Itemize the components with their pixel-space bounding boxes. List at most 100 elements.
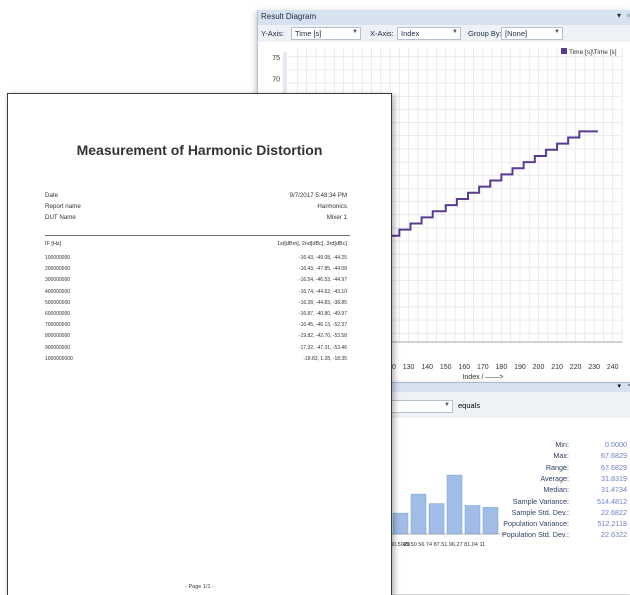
table-row: 600000000 -16.87, -40.80, -49.97 [45,311,347,321]
frequency-cell: 600000000 [45,311,71,317]
harmonics-cell: -16.87, -40.80, -49.97 [298,311,347,317]
harmonics-cell: -18.83, 1.28, -18.35 [303,355,347,362]
statistic-value: 31.4734 [601,485,627,495]
date-label: Date [45,192,59,199]
statistic-value: 22.6322 [601,530,627,540]
x-tick-label: 240 [607,364,619,371]
x-tick-label: 180 [496,364,508,371]
table-row: 300000000 -16.54, -46.53, -44.97 [45,277,347,287]
report-name-value: Harmonics [317,203,347,210]
legend-swatch [561,48,567,54]
harmonics-cell: -16.43, -49.08, -44.25 [298,255,347,261]
statistic-label: Average: [540,473,569,483]
x-tick-label: 200 [533,364,545,371]
statistic-value: 31.8319 [601,473,627,483]
frequency-cell: 900000000 [45,344,71,351]
group-by-select[interactable]: [None] ▼ [501,27,563,40]
report-name-row: Report name Harmonics [45,203,347,213]
x-tick-label: 230 [588,364,600,371]
frequency-cell: 400000000 [45,288,71,295]
date-value: 9/7/2017 5:48:34 PM [289,192,347,199]
dut-name-value: Mixer 1 [326,214,347,221]
column-header-frequency: IF [Hz] [45,241,62,247]
x-tick-label: 150 [440,364,452,371]
report-title: Measurement of Harmonic Distortion [76,142,323,158]
dropdown-arrow-icon[interactable]: ▾ [617,11,621,20]
filter-operator-value: equals [458,401,481,410]
statistic-label: Population Variance: [503,519,569,529]
page-footer: - Page 1/1 - [185,584,214,590]
x-axis-title: Index / ——> [462,374,503,380]
legend-label: Time [s]\Time [s] [569,49,617,56]
harmonics-cell: -16.45, -46.13, -52.37 [298,322,347,329]
harmonics-cell: -16.28, -44.83, -38.85 [298,299,347,306]
frequency-cell: 1000000000 [45,355,73,362]
histogram-tick-labels: 49.50 56.74 87.51 96.27 81.04 11 [403,542,485,548]
x-tick-label: 210 [551,364,563,371]
table-row: 1000000000 -18.83, 1.28, -18.35 [45,356,347,366]
x-tick-label: 220 [570,364,582,371]
frequency-cell: 800000000 [45,333,71,340]
statistic-value: 514.4812 [597,496,627,506]
table-row: 500000000 -16.28, -44.83, -38.85 [45,300,347,310]
filter-operator-select[interactable]: equals [455,400,535,411]
harmonics-cell: -16.54, -46.53, -44.97 [298,277,347,284]
chevron-down-icon: ▼ [352,29,358,35]
dropdown-arrow-icon[interactable]: ▾ [617,382,621,390]
dut-name-row: DUT Name Mixer 1 [45,214,347,224]
x-tick-label: 130 [403,364,415,371]
harmonics-cell: -16.74, -44.62, -43.10 [298,288,347,295]
report-name-label: Report name [45,203,81,210]
statistic-value: 0.0000 [605,440,627,449]
statistic-value: 67.6829 [601,451,627,461]
frequency-cell: 500000000 [45,299,71,306]
statistic-value: 67.6829 [601,462,627,472]
y-tick-label: 70 [272,77,280,84]
statistic-label: Median: [543,485,569,495]
y-axis-select[interactable]: Time [s] ▼ [291,27,361,40]
group-by-label: Group By: [468,29,502,38]
window-titlebar: Result Diagram ▾ ▫ [258,10,630,26]
table-row: 100000000 -16.43, -49.08, -44.25 [45,255,347,265]
x-tick-label: 160 [458,364,470,371]
frequency-cell: 200000000 [45,266,71,273]
y-tick-label: 75 [272,55,280,62]
date-row: Date 9/7/2017 5:48:34 PM [45,192,347,202]
x-tick-label: 190 [514,364,526,371]
dut-name-label: DUT Name [45,214,76,221]
y-axis-value: Time [s] [295,29,322,38]
statistic-label: Range: [545,462,569,472]
statistic-label: Sample Std. Dev.: [511,507,569,517]
table-row: 200000000 -16.43, -47.85, -44.08 [45,266,347,276]
table-row: 400000000 -16.74, -44.62, -43.10 [45,289,347,299]
x-tick-label: 140 [421,364,433,371]
chevron-down-icon: ▼ [554,29,560,35]
statistic-label: Max: [553,451,569,461]
frequency-cell: 100000000 [45,255,71,261]
harmonics-cell: -16.43, -47.85, -44.08 [298,266,347,273]
frequency-cell: 300000000 [45,277,71,284]
table-row: 700000000 -16.45, -46.13, -52.37 [45,322,347,332]
harmonics-cell: -17.32, -47.31, -53.46 [298,344,347,351]
table-row: 900000000 -17.32, -47.31, -53.46 [45,345,347,355]
axis-selector-toolbar: Y-Axis: Time [s] ▼ X-Axis: Index ▼ Group… [258,25,630,43]
group-by-value: [None] [505,29,528,38]
harmonics-cell: -19.82, -42.70, -53.58 [298,333,347,340]
statistic-label: Min: [555,440,569,449]
x-tick-label: 170 [477,364,489,371]
y-axis-label: Y-Axis: [261,29,285,38]
x-axis-label: X-Axis: [370,29,394,38]
x-axis-select[interactable]: Index ▼ [397,27,461,40]
table-header: IF [Hz] 1st[dBm], 2nd[dBc], 3rd[dBc] [45,241,347,251]
column-header-values: 1st[dBm], 2nd[dBc], 3rd[dBc] [276,241,347,247]
frequency-cell: 700000000 [45,322,71,329]
window-title: Result Diagram [261,12,317,21]
statistic-value: 22.6822 [601,507,627,517]
table-row: 800000000 -19.82, -42.70, -53.58 [45,333,347,343]
x-axis-value: Index [401,29,420,38]
report-document-page: Measurement of Harmonic Distortion Date … [7,93,392,595]
chevron-down-icon: ▼ [444,402,450,408]
divider [45,235,350,236]
statistic-label: Sample Variance: [512,496,569,506]
chevron-down-icon: ▼ [452,29,458,35]
